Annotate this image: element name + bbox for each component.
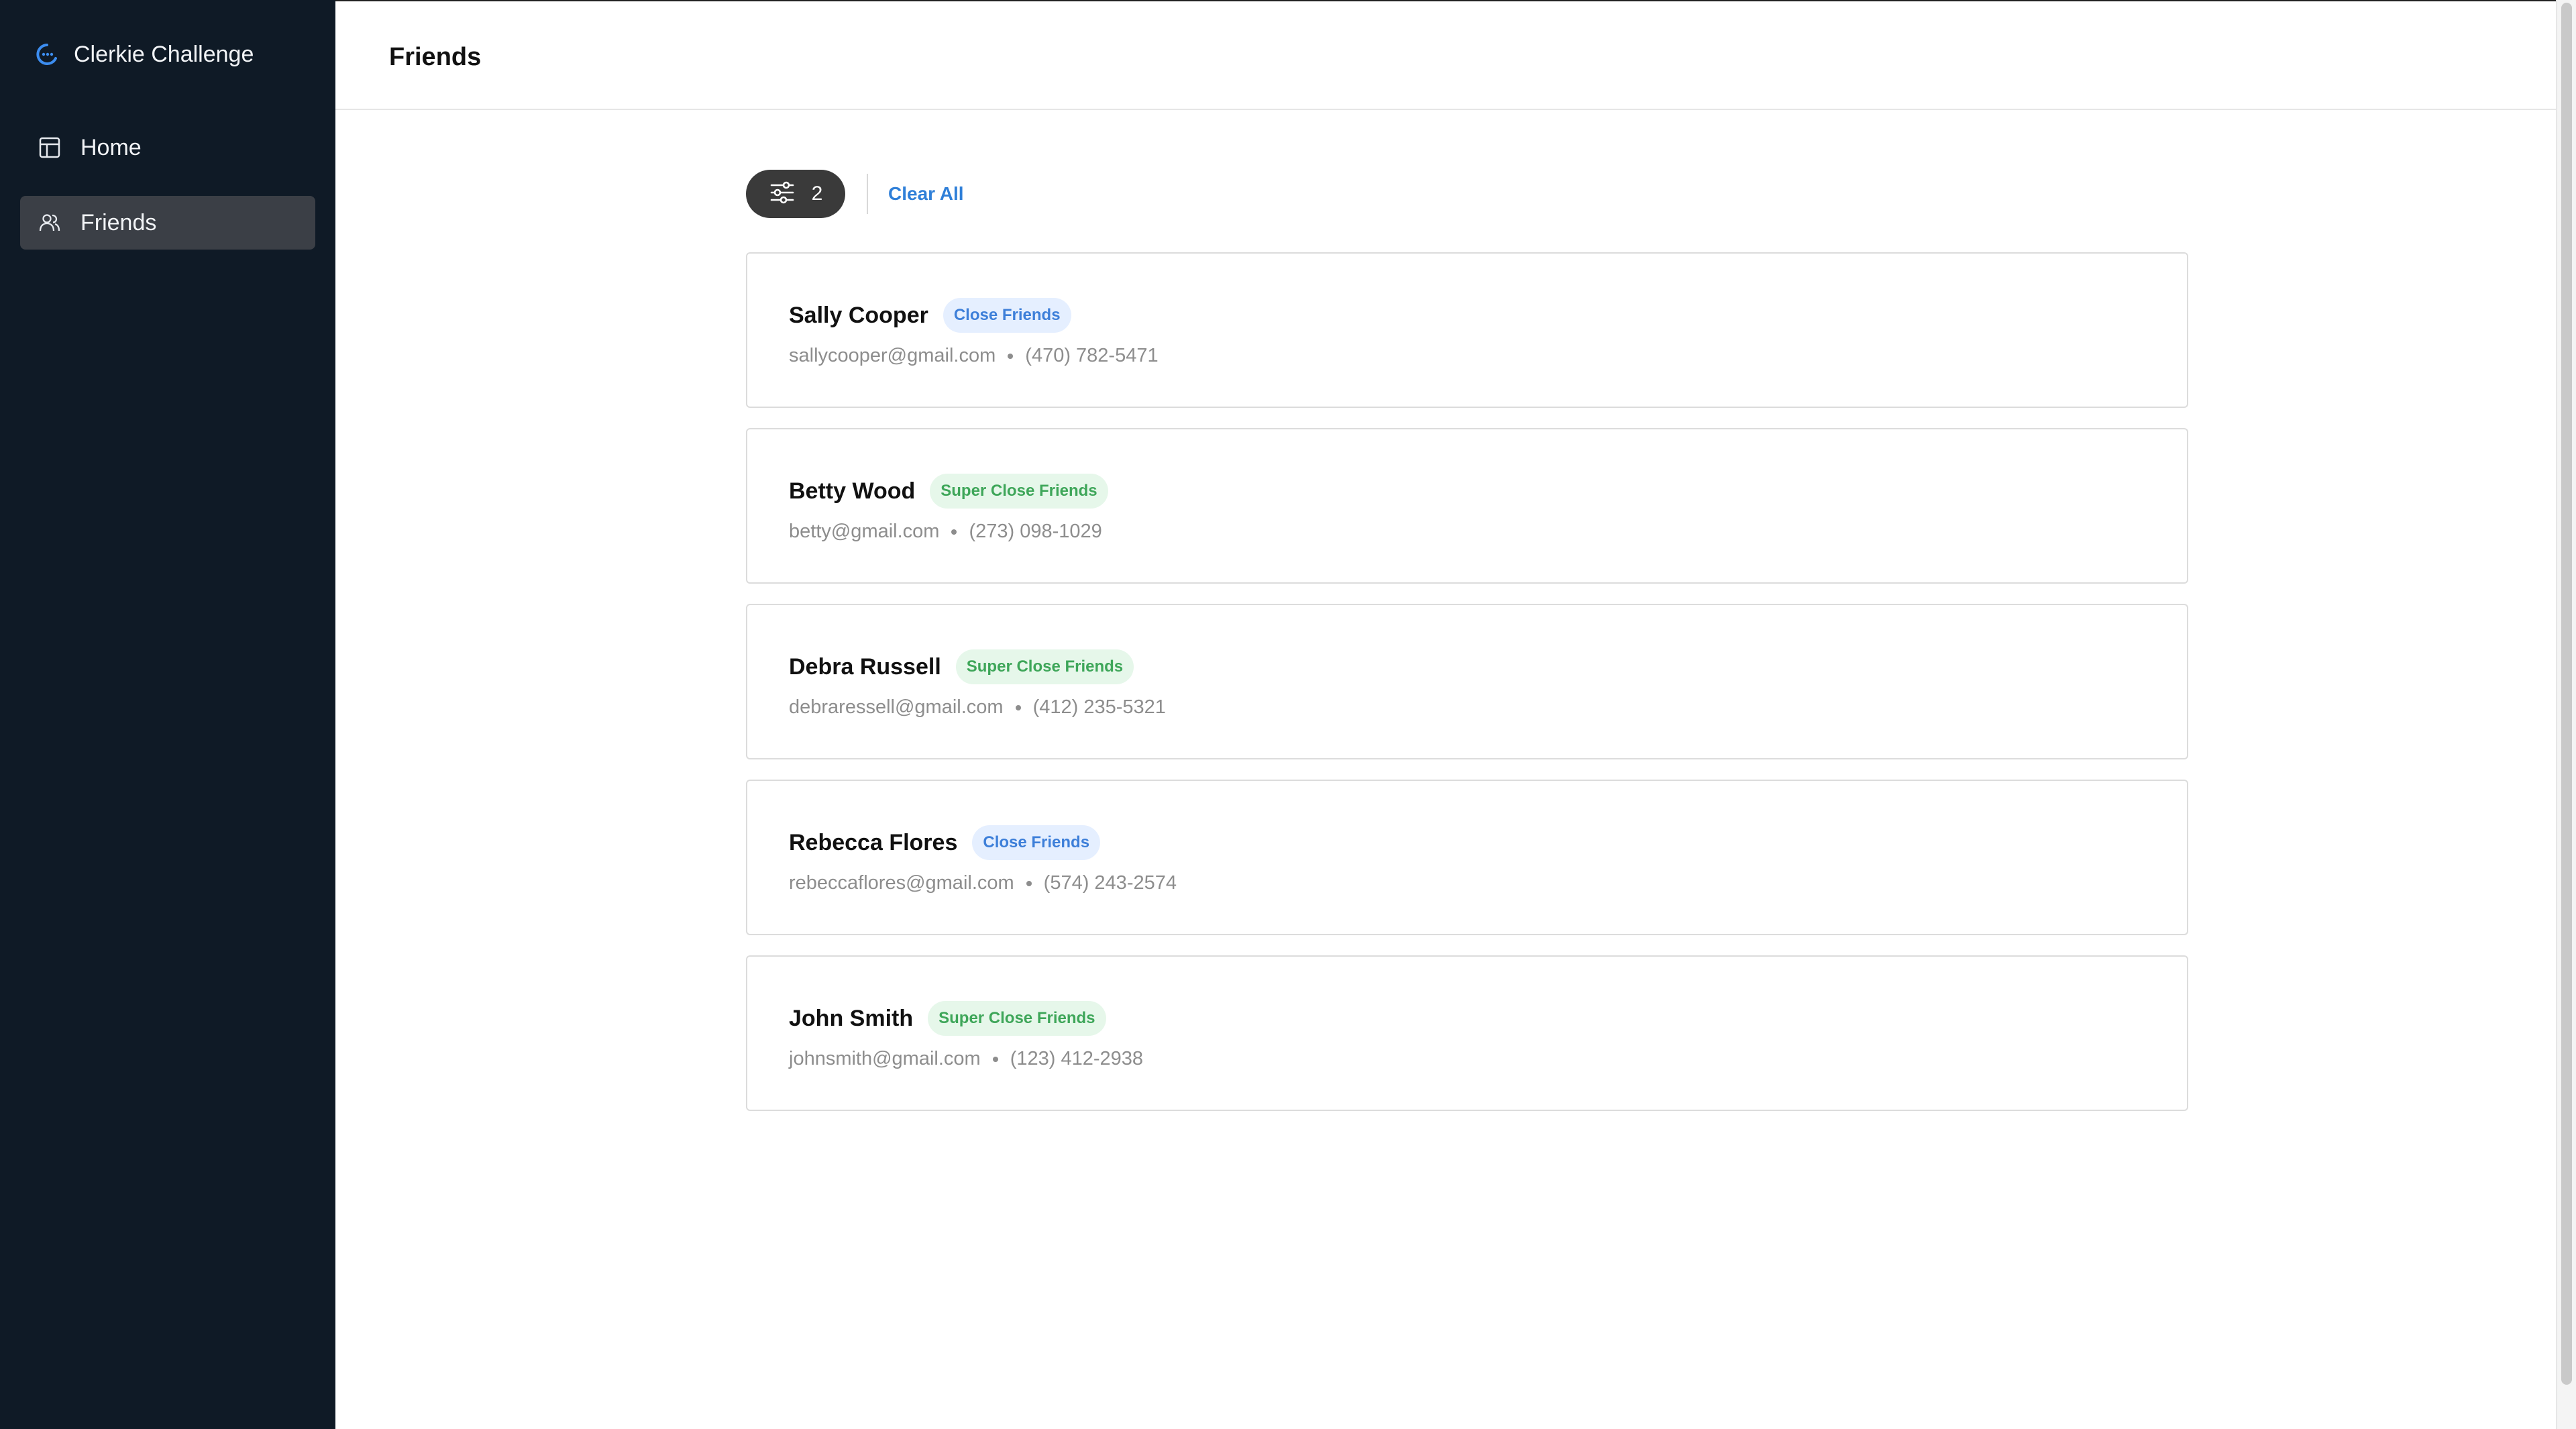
sidebar-item-label: Friends bbox=[80, 209, 157, 235]
filter-button[interactable]: 2 bbox=[746, 170, 845, 218]
separator-dot bbox=[951, 529, 957, 535]
friend-phone: (470) 782-5471 bbox=[1025, 345, 1159, 366]
friend-name: Betty Wood bbox=[789, 478, 916, 504]
sidebar: Clerkie Challenge Home Friends bbox=[0, 0, 335, 1429]
friend-email: johnsmith@gmail.com bbox=[789, 1048, 981, 1069]
friend-card[interactable]: Rebecca Flores Close Friends rebeccaflor… bbox=[746, 780, 2188, 935]
separator-dot bbox=[1026, 880, 1032, 886]
scrollbar[interactable] bbox=[2556, 0, 2576, 1429]
friend-phone: (123) 412-2938 bbox=[1010, 1048, 1144, 1069]
friend-name: John Smith bbox=[789, 1005, 914, 1031]
chat-logo-icon bbox=[34, 41, 60, 68]
friend-email: debraressell@gmail.com bbox=[789, 696, 1004, 718]
clear-all-button[interactable]: Clear All bbox=[888, 183, 964, 205]
friend-name: Debra Russell bbox=[789, 653, 941, 680]
layout-icon bbox=[38, 136, 62, 160]
users-icon bbox=[38, 211, 62, 235]
friend-name: Rebecca Flores bbox=[789, 829, 958, 855]
friend-tag: Close Friends bbox=[972, 825, 1101, 860]
top-bar: Friends bbox=[335, 0, 2556, 110]
friend-card[interactable]: Sally Cooper Close Friends sallycooper@g… bbox=[746, 252, 2188, 408]
friend-tag: Close Friends bbox=[943, 298, 1071, 333]
friend-email: rebeccaflores@gmail.com bbox=[789, 872, 1014, 894]
sidebar-item-home[interactable]: Home bbox=[20, 121, 315, 174]
scrollbar-thumb[interactable] bbox=[2561, 3, 2572, 1385]
friend-phone: (273) 098-1029 bbox=[969, 521, 1102, 542]
divider bbox=[867, 174, 868, 214]
friend-tag: Super Close Friends bbox=[930, 474, 1108, 509]
friend-card[interactable]: Debra Russell Super Close Friends debrar… bbox=[746, 604, 2188, 759]
filter-bar: 2 Clear All bbox=[746, 169, 964, 219]
filter-count: 2 bbox=[811, 182, 823, 205]
friend-phone: (574) 243-2574 bbox=[1043, 872, 1177, 894]
friend-tag: Super Close Friends bbox=[955, 649, 1134, 684]
friend-email: betty@gmail.com bbox=[789, 521, 940, 542]
friend-email: sallycooper@gmail.com bbox=[789, 345, 996, 366]
separator-dot bbox=[1008, 353, 1014, 359]
sidebar-nav: Home Friends bbox=[20, 121, 315, 271]
separator-dot bbox=[992, 1056, 998, 1062]
separator-dot bbox=[1015, 704, 1021, 710]
friend-card[interactable]: John Smith Super Close Friends johnsmith… bbox=[746, 955, 2188, 1111]
app-title: Clerkie Challenge bbox=[74, 41, 254, 67]
brand[interactable]: Clerkie Challenge bbox=[34, 39, 254, 70]
friend-name: Sally Cooper bbox=[789, 302, 928, 328]
sidebar-item-friends[interactable]: Friends bbox=[20, 196, 315, 250]
sidebar-item-label: Home bbox=[80, 134, 142, 160]
friend-phone: (412) 235-5321 bbox=[1032, 696, 1166, 718]
friend-card[interactable]: Betty Wood Super Close Friends betty@gma… bbox=[746, 428, 2188, 584]
sliders-icon bbox=[769, 179, 796, 209]
friends-list: Sally Cooper Close Friends sallycooper@g… bbox=[746, 252, 2188, 1131]
app: Clerkie Challenge Home Friends Friends 2… bbox=[0, 0, 2576, 1429]
page-title: Friends bbox=[389, 43, 482, 71]
friend-tag: Super Close Friends bbox=[928, 1001, 1106, 1036]
